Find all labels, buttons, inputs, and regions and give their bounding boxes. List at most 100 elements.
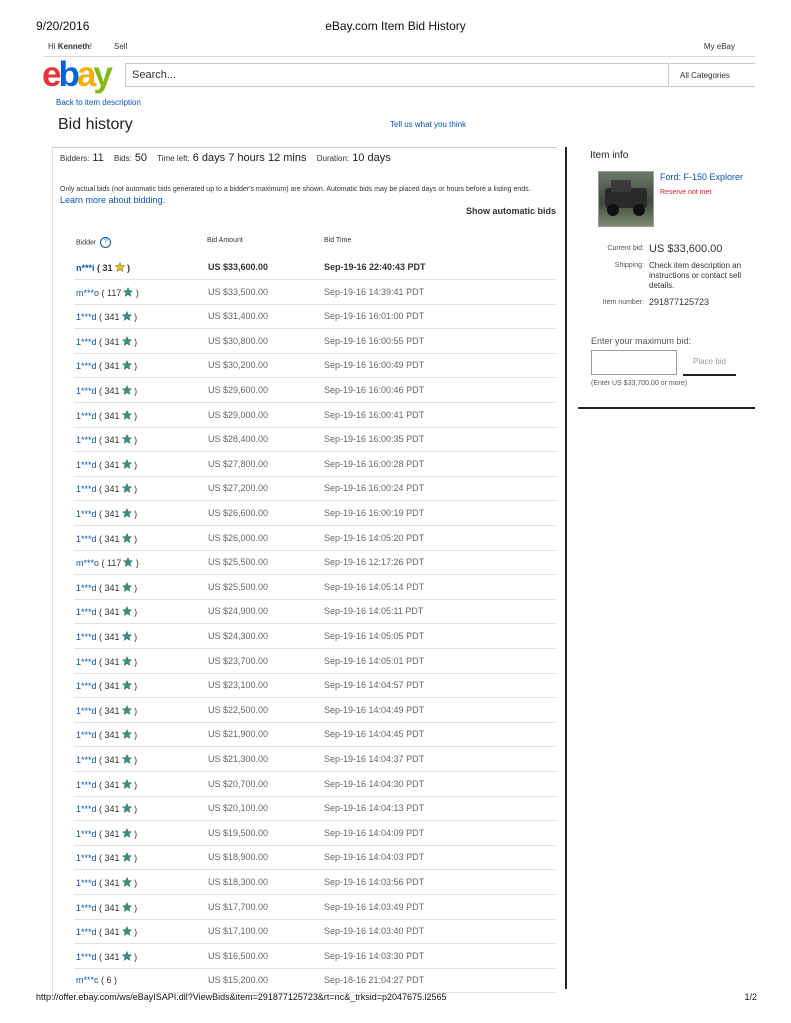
show-automatic-bids-link[interactable]: Show automatic bids [466, 206, 556, 216]
bidders-count: 11 [92, 152, 104, 164]
learn-more-link[interactable]: Learn more about bidding. [60, 195, 165, 205]
bidder-name[interactable]: 1***d [76, 386, 97, 396]
feedback-score[interactable]: 341 [105, 853, 120, 863]
feedback-score[interactable]: 341 [105, 952, 120, 962]
bidder-cell: n***i ( 31 ) [76, 262, 131, 273]
feedback-score[interactable]: 341 [105, 411, 120, 421]
max-bid-input[interactable] [591, 350, 677, 375]
bid-time: Sep-19-16 14:04:57 PDT [324, 680, 425, 691]
table-row: 1***d ( 341 ) US $18,900.00 Sep-19-16 14:0… [74, 846, 556, 871]
bidder-cell: 1***d ( 341 ) [76, 409, 138, 421]
feedback-link[interactable]: Tell us what you think [390, 120, 466, 129]
bidder-name[interactable]: 1***d [76, 460, 97, 470]
item-title-link[interactable]: Ford: F-150 Explorer [660, 172, 743, 182]
bid-time: Sep-19-16 14:05:01 PDT [324, 655, 425, 666]
bidder-name[interactable]: 1***d [76, 706, 97, 716]
ebay-logo[interactable]: ebay [42, 57, 113, 93]
bidder-name[interactable]: 1***d [76, 903, 97, 913]
teal-star-icon [121, 877, 132, 887]
bidder-name[interactable]: 1***d [76, 853, 97, 863]
feedback-score[interactable]: 341 [105, 878, 120, 888]
feedback-score[interactable]: 341 [105, 730, 120, 740]
back-to-item-link[interactable]: Back to item description [56, 98, 141, 107]
bidder-header: Bidder? [76, 237, 112, 248]
bid-amount: US $24,900.00 [208, 606, 269, 617]
feedback-score[interactable]: 341 [105, 632, 120, 642]
feedback-score[interactable]: 341 [105, 829, 120, 839]
bid-amount: US $17,700.00 [208, 901, 269, 912]
table-row: 1***d ( 341 ) US $21,300.00 Sep-19-16 14:0… [74, 748, 556, 772]
teal-star-icon [121, 729, 132, 740]
current-bid-value: US $33,600.00 [649, 243, 723, 255]
feedback-score[interactable]: 341 [105, 312, 120, 322]
bidder-name[interactable]: 1***d [76, 681, 97, 691]
sell-link[interactable]: Sell [114, 42, 127, 51]
bidder-name[interactable]: 1***d [76, 607, 97, 617]
user-name[interactable]: Kenneth [58, 42, 90, 51]
feedback-score[interactable]: 341 [105, 534, 120, 544]
bidder-name[interactable]: 1***d [76, 829, 97, 839]
category-select[interactable]: All Categories [670, 63, 755, 87]
bidder-name[interactable]: 1***d [76, 632, 97, 642]
item-thumbnail[interactable] [598, 171, 654, 227]
bid-amount: US $18,300.00 [208, 877, 269, 887]
help-icon[interactable]: ? [100, 237, 112, 248]
feedback-score[interactable]: 341 [105, 460, 120, 470]
feedback-score[interactable]: 341 [105, 706, 120, 716]
bidder-cell: 1***d ( 341 ) [76, 483, 138, 495]
feedback-score[interactable]: 341 [105, 435, 120, 445]
feedback-score[interactable]: 341 [105, 509, 120, 519]
feedback-score[interactable]: 117 [107, 558, 121, 568]
bidder-name[interactable]: 1***d [76, 534, 97, 544]
bidder-name[interactable]: 1***d [76, 780, 97, 790]
bidder-name[interactable]: 1***d [76, 337, 97, 347]
bidder-name[interactable]: 1***d [76, 804, 97, 814]
feedback-score[interactable]: 341 [105, 583, 120, 593]
feedback-score[interactable]: 117 [107, 288, 121, 298]
feedback-score[interactable]: 341 [105, 804, 120, 814]
feedback-score[interactable]: 341 [105, 386, 120, 396]
bid-time: Sep-19-16 16:00:49 PDT [324, 360, 425, 371]
bidder-name[interactable]: 1***d [76, 484, 97, 494]
bidder-cell: 1***d ( 341 ) [76, 877, 138, 888]
feedback-score[interactable]: 341 [105, 657, 120, 667]
bidder-name[interactable]: n***i [76, 263, 95, 273]
feedback-score[interactable]: 31 [103, 263, 113, 273]
bid-time: Sep-19-16 14:04:30 PDT [324, 778, 425, 789]
bid-amount: US $25,500.00 [208, 557, 269, 568]
bidder-name[interactable]: 1***d [76, 927, 97, 937]
bidder-name[interactable]: m***o [76, 288, 99, 298]
bidder-name[interactable]: 1***d [76, 583, 97, 593]
bidder-name[interactable]: m***o [76, 558, 99, 568]
bidder-name[interactable]: m***c [76, 975, 99, 985]
feedback-score[interactable]: 341 [105, 755, 120, 765]
bidder-name[interactable]: 1***d [76, 755, 97, 765]
feedback-score[interactable]: 341 [105, 484, 120, 494]
feedback-score[interactable]: 341 [105, 903, 120, 913]
feedback-score[interactable]: 341 [105, 927, 120, 937]
table-row: 1***d ( 341 ) US $25,500.00 Sep-19-16 14:0… [74, 576, 556, 600]
bidder-name[interactable]: 1***d [76, 878, 97, 888]
bidder-name[interactable]: 1***d [76, 509, 97, 519]
feedback-score[interactable]: 341 [105, 780, 120, 790]
feedback-score[interactable]: 341 [105, 337, 120, 347]
search-input[interactable]: Search... [125, 63, 669, 87]
bidder-name[interactable]: 1***d [76, 312, 97, 322]
feedback-score[interactable]: 341 [105, 607, 120, 617]
bidder-name[interactable]: 1***d [76, 411, 97, 421]
table-row: 1***d ( 341 ) US $20,700.00 Sep-19-16 14:0… [74, 773, 556, 797]
bidder-name[interactable]: 1***d [76, 730, 97, 740]
shipping-label: Shipping: [614, 262, 644, 269]
bidder-name[interactable]: 1***d [76, 952, 97, 962]
place-bid-button[interactable]: Place bid [683, 352, 736, 376]
bidder-name[interactable]: 1***d [76, 657, 97, 667]
yellow-star-icon [114, 262, 125, 272]
feedback-score[interactable]: 341 [105, 361, 120, 371]
feedback-score[interactable]: 341 [105, 681, 120, 691]
my-ebay-link[interactable]: My eBay [704, 42, 735, 51]
teal-star-icon [121, 926, 132, 937]
bidder-name[interactable]: 1***d [76, 361, 97, 371]
bid-amount: US $33,500.00 [208, 286, 269, 297]
bidder-name[interactable]: 1***d [76, 435, 97, 445]
teal-star-icon [121, 335, 132, 346]
